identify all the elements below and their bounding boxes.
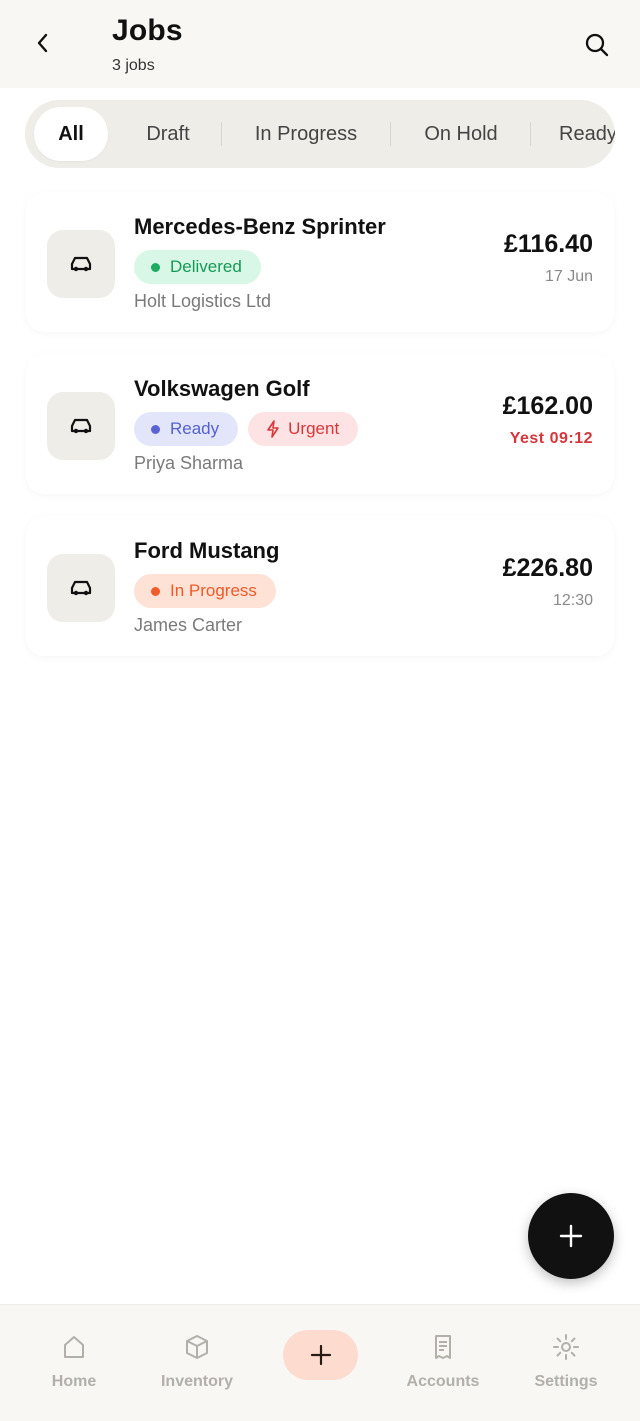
job-date: 12:30: [552, 592, 593, 609]
job-count: 3 jobs: [112, 57, 155, 74]
status-badge: Delivered: [134, 250, 261, 284]
page-title: Jobs: [112, 14, 183, 47]
tab-divider: [530, 122, 531, 146]
vehicle-name: Ford Mustang: [134, 538, 280, 563]
vehicle-thumbnail: [47, 554, 115, 622]
status-filter-tabs: All Draft In Progress On Hold Ready: [25, 100, 615, 168]
home-icon: [64, 1336, 84, 1358]
status-dot-icon: [151, 586, 160, 596]
back-button[interactable]: [28, 28, 58, 58]
nav-settings-label: Settings: [534, 1373, 598, 1390]
badge-row: Delivered: [134, 250, 261, 284]
status-dot-icon: [151, 262, 160, 272]
nav-accounts-label: Accounts: [406, 1373, 480, 1390]
job-price: £162.00: [502, 392, 593, 420]
job-card[interactable]: Volkswagen Golf Ready Urgent Priya Sharm…: [26, 354, 614, 494]
gear-icon: [553, 1334, 579, 1360]
badge-row: In Progress: [134, 574, 276, 608]
receipt-icon: [435, 1335, 451, 1359]
chevron-left-icon: [37, 33, 48, 53]
add-job-button[interactable]: [528, 1193, 614, 1279]
status-badge: Ready: [134, 412, 239, 446]
urgent-badge: Urgent: [248, 412, 359, 446]
nav-accounts[interactable]: Accounts: [383, 1333, 503, 1391]
status-label: Delivered: [170, 257, 242, 276]
status-label: In Progress: [170, 581, 257, 600]
status-label: Ready: [170, 419, 220, 438]
app-header: Jobs 3 jobs: [0, 0, 640, 88]
bottom-navigation: Home Inventory Accounts Settings: [0, 1304, 640, 1421]
tab-on-hold[interactable]: On Hold: [410, 107, 512, 161]
status-dot-icon: [151, 424, 160, 434]
customer-name: James Carter: [134, 615, 243, 635]
job-date: 17 Jun: [544, 268, 593, 285]
nav-home[interactable]: Home: [14, 1333, 134, 1391]
urgent-label: Urgent: [288, 419, 340, 438]
job-price: £116.40: [504, 230, 593, 258]
box-icon: [186, 1335, 208, 1359]
vehicle-name: Volkswagen Golf: [134, 376, 310, 401]
vehicle-thumbnail: [47, 230, 115, 298]
badge-row: Ready Urgent: [134, 412, 359, 446]
vehicle-name: Mercedes-Benz Sprinter: [134, 214, 386, 239]
nav-inventory-label: Inventory: [160, 1373, 233, 1390]
plus-icon: [559, 1224, 583, 1248]
nav-settings[interactable]: Settings: [506, 1333, 626, 1391]
car-icon: [70, 580, 92, 596]
status-badge: In Progress: [134, 574, 276, 608]
tab-all[interactable]: All: [34, 107, 108, 161]
nav-add-button[interactable]: [283, 1330, 358, 1380]
job-price: £226.80: [502, 554, 593, 582]
vehicle-thumbnail: [47, 392, 115, 460]
nav-home-label: Home: [51, 1373, 97, 1390]
customer-name: Holt Logistics Ltd: [134, 291, 272, 311]
tab-divider: [390, 122, 391, 146]
job-date: Yest 09:12: [509, 430, 593, 447]
search-icon: [585, 33, 609, 57]
customer-name: Priya Sharma: [134, 453, 244, 473]
job-card[interactable]: Mercedes-Benz Sprinter Delivered Holt Lo…: [26, 192, 614, 332]
tab-draft[interactable]: Draft: [128, 107, 208, 161]
car-icon: [70, 418, 92, 434]
plus-icon: [310, 1344, 331, 1366]
nav-inventory[interactable]: Inventory: [137, 1333, 257, 1391]
lightning-icon: [266, 420, 280, 438]
tab-in-progress[interactable]: In Progress: [241, 107, 371, 161]
search-button[interactable]: [580, 28, 614, 62]
job-card[interactable]: Ford Mustang In Progress James Carter £2…: [26, 516, 614, 656]
tab-ready[interactable]: Ready: [547, 107, 615, 161]
tab-divider: [221, 122, 222, 146]
car-icon: [70, 256, 92, 272]
